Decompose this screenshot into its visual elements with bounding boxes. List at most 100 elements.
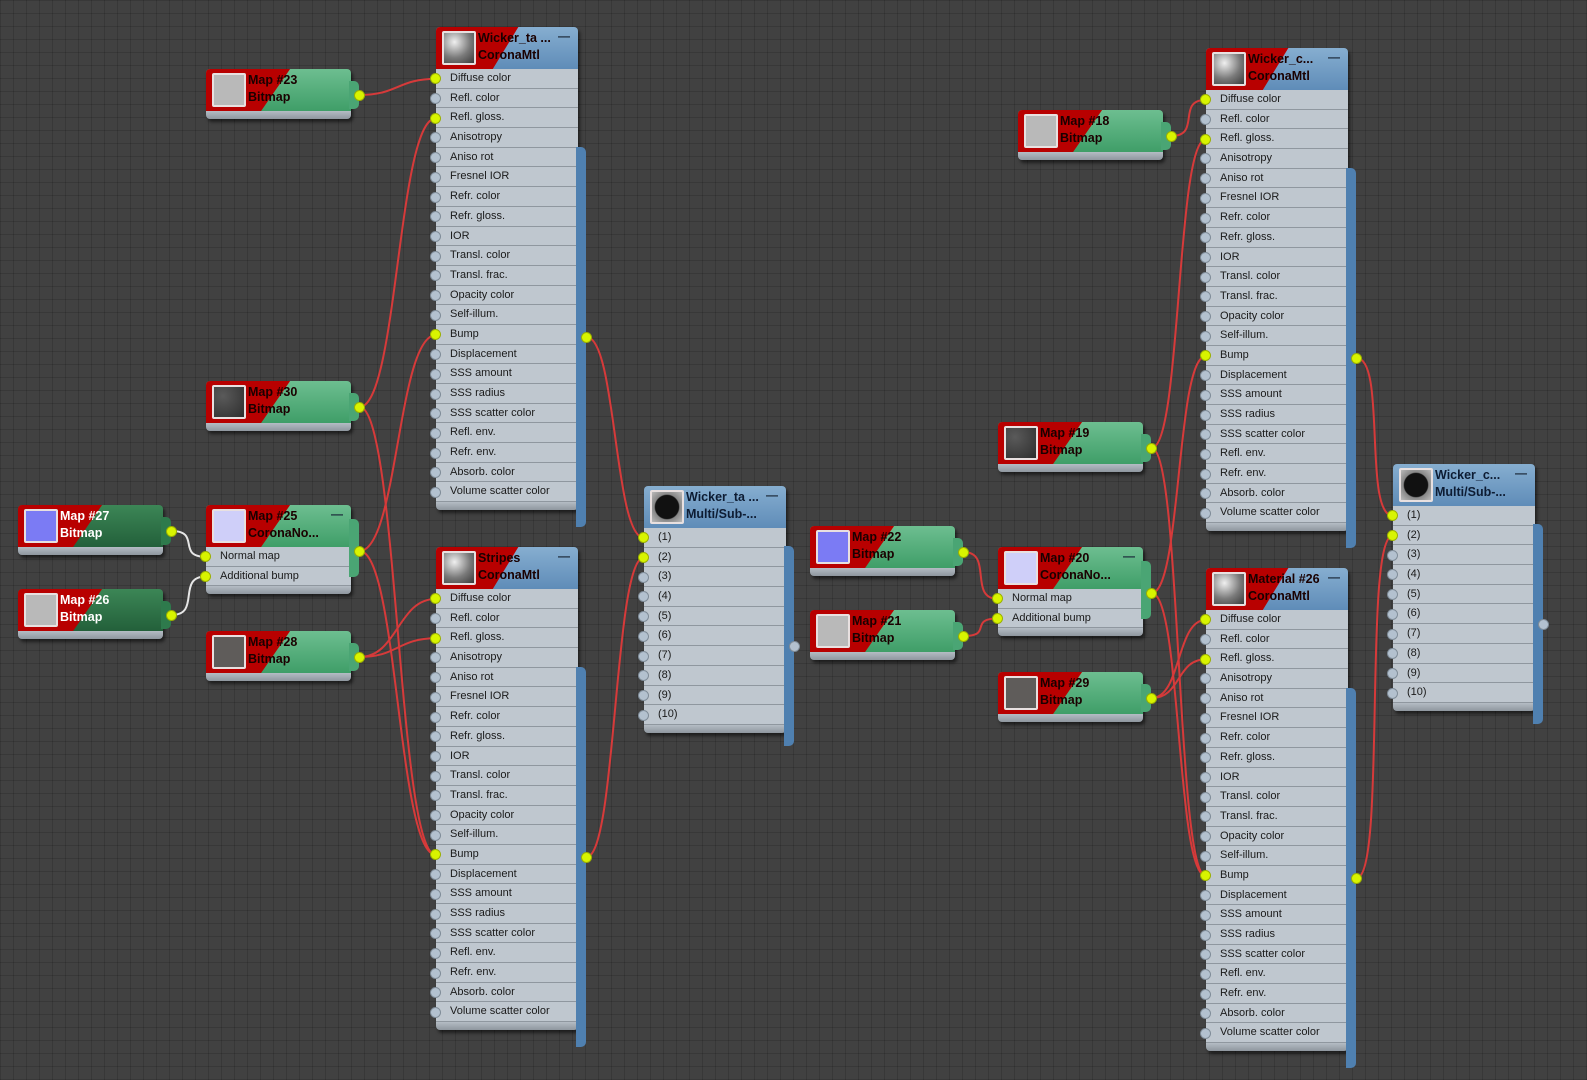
input-socket[interactable] <box>430 947 441 959</box>
wire-map20-out-to-mtlWickerC-in13[interactable] <box>1151 354 1207 594</box>
input-socket[interactable] <box>1387 628 1398 640</box>
input-slot[interactable]: (1) <box>1393 506 1535 526</box>
node-card[interactable]: Material #26 CoronaMtl — Diffuse color Refl.… <box>1200 568 1362 1068</box>
input-slot[interactable]: Fresnel IOR <box>1206 188 1348 209</box>
input-slot[interactable]: Aniso rot <box>1206 689 1348 709</box>
wire-map28-out-to-mtlStripes-in0[interactable] <box>359 597 437 658</box>
node-resize-footer[interactable] <box>998 714 1143 722</box>
node-header[interactable]: Map #25 CoronaNo... — <box>206 505 351 547</box>
wire-map20-out-to-mtl26-in13[interactable] <box>1151 592 1207 877</box>
input-socket[interactable] <box>1387 667 1398 679</box>
wire-map26-out-to-map25-in1[interactable] <box>171 575 207 616</box>
input-slot[interactable]: Displacement <box>436 865 578 885</box>
output-socket[interactable] <box>581 331 592 343</box>
node-card[interactable]: Map #20 CoronaNo... — Normal map Additional … <box>992 547 1157 637</box>
input-slot[interactable]: Refr. gloss. <box>436 727 578 747</box>
input-socket[interactable] <box>430 368 441 380</box>
input-slot[interactable]: (7) <box>1393 624 1535 644</box>
node-card[interactable]: Map #28 Bitmap <box>206 631 365 681</box>
input-slot[interactable]: Normal map <box>206 547 351 567</box>
input-slot[interactable]: SSS radius <box>1206 405 1348 425</box>
output-socket[interactable] <box>958 546 969 558</box>
node-resize-footer[interactable] <box>1018 152 1163 160</box>
input-socket[interactable] <box>1200 330 1211 342</box>
input-slot[interactable]: Absorb. color <box>436 983 578 1003</box>
node-header[interactable]: Wicker_c... Multi/Sub-... — <box>1393 464 1535 506</box>
input-slot[interactable]: SSS scatter color <box>436 924 578 944</box>
input-slot[interactable]: Displacement <box>1206 886 1348 906</box>
wire-map30-out-to-mtlWickerTa-in2[interactable] <box>359 117 437 408</box>
output-socket[interactable] <box>1146 442 1157 454</box>
input-socket[interactable] <box>430 691 441 703</box>
node-multiWickerC[interactable]: Wicker_c... Multi/Sub-... — (1) (2) (3) (4) (5)… <box>1387 464 1549 724</box>
input-socket[interactable] <box>1200 791 1211 803</box>
input-socket[interactable] <box>638 571 649 583</box>
input-slot[interactable]: SSS scatter color <box>1206 425 1348 445</box>
node-card[interactable]: Map #25 CoronaNo... — Normal map Additional … <box>200 505 365 595</box>
input-slot[interactable]: IOR <box>1206 248 1348 268</box>
node-resize-footer[interactable] <box>998 628 1143 637</box>
input-slot[interactable]: Self-illum. <box>436 305 578 325</box>
input-slot[interactable]: (8) <box>644 666 786 686</box>
wire-map25-out-to-mtlStripes-in13[interactable] <box>359 550 437 856</box>
collapse-button[interactable]: — <box>558 29 570 43</box>
input-slot[interactable]: Additional bump <box>206 567 351 587</box>
input-slot[interactable]: Refl. gloss. <box>1206 649 1348 670</box>
wire-mtlWickerC-out-to-multiWickerC-in0[interactable] <box>1356 357 1394 517</box>
input-slot[interactable]: Volume scatter color <box>1206 503 1348 524</box>
input-slot[interactable]: Self-illum. <box>1206 326 1348 346</box>
input-socket[interactable] <box>430 613 441 625</box>
input-socket[interactable] <box>638 630 649 642</box>
input-slot[interactable]: (2) <box>1393 526 1535 546</box>
input-slot[interactable]: Diffuse color <box>1206 90 1348 110</box>
wire-mtlWickerTa-out-to-multiWickerTa-in0[interactable] <box>586 336 645 539</box>
input-socket[interactable] <box>1200 1028 1211 1040</box>
node-resize-footer[interactable] <box>810 568 955 576</box>
input-socket[interactable] <box>1200 771 1211 783</box>
input-slot[interactable]: Fresnel IOR <box>436 687 578 708</box>
node-card[interactable]: Map #19 Bitmap <box>998 422 1157 472</box>
input-slot[interactable]: SSS radius <box>436 904 578 924</box>
input-slot[interactable]: Transl. frac. <box>1206 807 1348 827</box>
input-slot[interactable]: Fresnel IOR <box>436 167 578 188</box>
input-slot[interactable]: Opacity color <box>1206 307 1348 327</box>
input-socket[interactable] <box>430 888 441 900</box>
node-header[interactable]: Map #30 Bitmap <box>206 381 351 423</box>
input-slot[interactable]: SSS amount <box>436 364 578 384</box>
input-slot[interactable]: (4) <box>1393 565 1535 585</box>
wire-map25-out-to-mtlWickerTa-in13[interactable] <box>359 333 437 552</box>
output-socket[interactable] <box>1166 130 1177 142</box>
input-slot[interactable]: Refl. color <box>436 89 578 109</box>
node-map26[interactable]: Map #26 Bitmap <box>18 589 177 639</box>
node-multiWickerTa[interactable]: Wicker_ta ... Multi/Sub-... — (1) (2) (3) (4)(… <box>638 486 800 746</box>
node-header[interactable]: Map #19 Bitmap <box>998 422 1143 464</box>
input-socket[interactable] <box>638 650 649 662</box>
node-card[interactable]: Map #23 Bitmap <box>206 69 365 119</box>
input-slot[interactable]: Refl. env. <box>436 423 578 444</box>
input-slot[interactable]: Normal map <box>998 589 1143 609</box>
node-mtlWickerC[interactable]: Wicker_c... CoronaMtl — Diffuse color Refl. … <box>1200 48 1362 548</box>
node-card[interactable]: Wicker_ta ... Multi/Sub-... — (1) (2) (3) (4)(… <box>638 486 800 746</box>
node-map22[interactable]: Map #22 Bitmap <box>810 526 969 576</box>
input-socket[interactable] <box>430 290 441 302</box>
wire-map29-out-to-mtl26-in0[interactable] <box>1151 618 1207 699</box>
input-slot[interactable]: Opacity color <box>436 806 578 826</box>
input-socket[interactable] <box>430 1007 441 1019</box>
input-socket[interactable] <box>430 810 441 822</box>
input-socket[interactable] <box>430 711 441 723</box>
node-resize-footer[interactable] <box>436 1022 578 1031</box>
node-card[interactable]: Wicker_c... CoronaMtl — Diffuse color Refl. … <box>1200 48 1362 548</box>
input-slot[interactable]: Refr. env. <box>1206 464 1348 484</box>
input-slot[interactable]: Anisotropy <box>436 648 578 668</box>
input-slot[interactable]: Absorb. color <box>1206 1004 1348 1024</box>
input-slot[interactable]: (7) <box>644 646 786 666</box>
input-slot[interactable]: Self-illum. <box>436 825 578 845</box>
input-socket[interactable] <box>992 613 1003 625</box>
input-socket[interactable] <box>1200 831 1211 843</box>
input-slot[interactable]: IOR <box>436 747 578 767</box>
input-socket[interactable] <box>430 632 441 644</box>
input-socket[interactable] <box>1200 133 1211 145</box>
collapse-button[interactable]: — <box>766 488 778 502</box>
node-resize-footer[interactable] <box>1393 702 1535 711</box>
node-map23[interactable]: Map #23 Bitmap <box>206 69 365 119</box>
